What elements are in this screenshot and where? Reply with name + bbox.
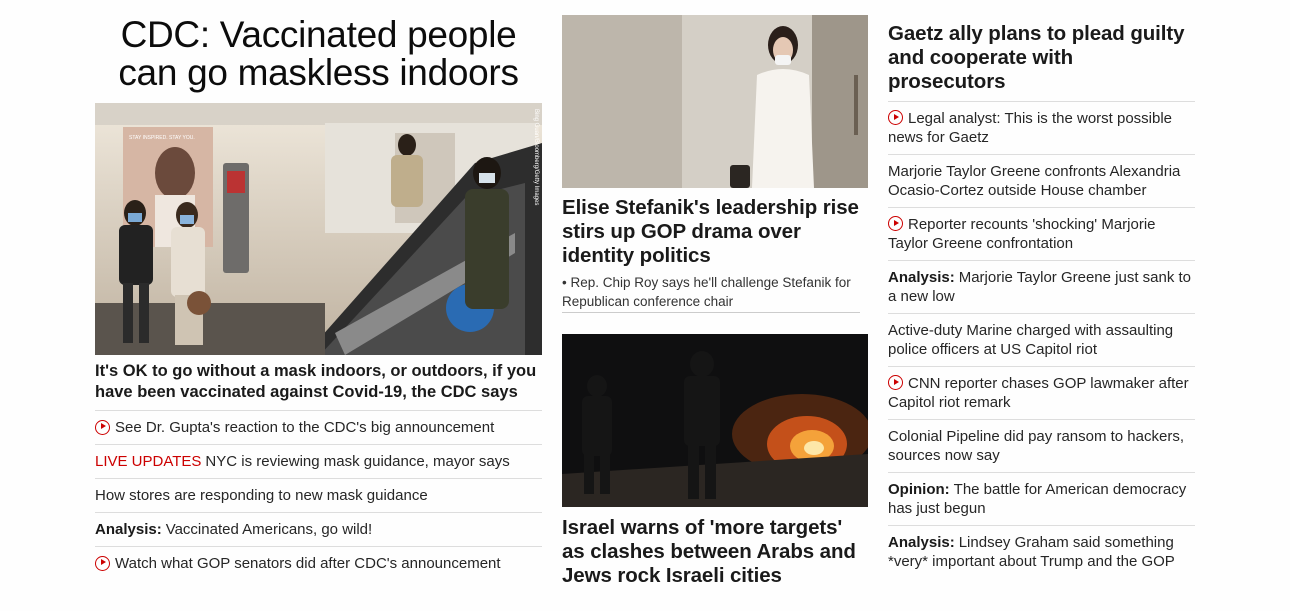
stefanik-photo[interactable] [562,15,868,188]
list-item-text: Colonial Pipeline did pay ransom to hack… [888,428,1184,464]
list-item-text: Reporter recounts 'shocking' Marjorie Ta… [888,216,1156,252]
analysis-label: Analysis: [888,269,955,286]
play-circle-icon [888,375,903,390]
list-item-mtg-confronts[interactable]: Marjorie Taylor Greene confronts Alexand… [888,155,1195,208]
list-item-text: See Dr. Gupta's reaction to the CDC's bi… [115,419,495,436]
play-circle-icon [888,110,903,125]
list-item-text: Marjorie Taylor Greene confronts Alexand… [888,163,1181,199]
israel-headline-link[interactable]: Israel warns of 'more targets' as clashe… [562,516,868,588]
list-item-analysis[interactable]: Analysis: Vaccinated Americans, go wild! [95,513,542,547]
list-item-gop-senators-video[interactable]: Watch what GOP senators did after CDC's … [95,547,542,581]
analysis-label: Analysis: [95,521,162,538]
list-item-mtg-analysis[interactable]: Analysis: Marjorie Taylor Greene just san… [888,261,1195,314]
list-item-text: How stores are responding to new mask gu… [95,487,428,504]
list-item-graham-analysis[interactable]: Analysis: Lindsey Graham said something *… [888,526,1195,579]
list-item-text: Watch what GOP senators did after CDC's … [115,555,501,572]
list-item-text: NYC is reviewing mask guidance, mayor sa… [205,453,510,470]
right-column: Gaetz ally plans to plead guilty and coo… [888,0,1195,579]
gaetz-headline-link[interactable]: Gaetz ally plans to plead guilty and coo… [888,22,1195,102]
hero-photo-mall-escalator[interactable]: STAY INSPIRED. STAY YOU. Bing Guan/Bloom… [95,103,542,355]
list-item-cnn-reporter-video[interactable]: CNN reporter chases GOP lawmaker after C… [888,367,1195,420]
play-circle-icon [95,555,110,571]
list-item-text: Vaccinated Americans, go wild! [165,521,373,538]
left-column: CDC: Vaccinated people can go maskless i… [95,0,542,581]
hero-caption-link[interactable]: It's OK to go without a mask indoors, or… [95,361,542,411]
stefanik-headline-link[interactable]: Elise Stefanik's leadership rise stirs u… [562,196,868,268]
list-item-colonial-pipeline[interactable]: Colonial Pipeline did pay ransom to hack… [888,420,1195,473]
list-item-opinion-democracy[interactable]: Opinion: The battle for American democrac… [888,473,1195,526]
stefanik-photo-illustration [562,15,868,188]
list-item-text: CNN reporter chases GOP lawmaker after C… [888,375,1189,411]
hero-photo-illustration: STAY INSPIRED. STAY YOU. Bing Guan/Bloom… [95,103,542,355]
opinion-label: Opinion: [888,481,950,498]
list-item-text: Legal analyst: This is the worst possibl… [888,110,1173,146]
list-item-reporter-recounts-video[interactable]: Reporter recounts 'shocking' Marjorie Ta… [888,208,1195,261]
list-item-legal-analyst-video[interactable]: Legal analyst: This is the worst possibl… [888,102,1195,155]
photo-credit: Bing Guan/Bloomberg/Getty Images [533,109,539,205]
analysis-label: Analysis: [888,534,955,551]
play-circle-icon [888,216,903,231]
chip-roy-sublink[interactable]: • Rep. Chip Roy says he'll challenge Ste… [562,273,860,313]
list-item-text: Active-duty Marine charged with assaulti… [888,322,1174,358]
list-item-stores[interactable]: How stores are responding to new mask gu… [95,479,542,513]
israel-photo-illustration [562,334,868,507]
list-item-nyc-live[interactable]: LIVE UPDATES NYC is reviewing mask guida… [95,445,542,479]
israel-clashes-photo[interactable] [562,334,868,507]
hero-headline-link[interactable]: CDC: Vaccinated people can go maskless i… [95,16,542,92]
play-circle-icon [95,419,110,435]
list-item-marine-charged[interactable]: Active-duty Marine charged with assaulti… [888,314,1195,367]
live-updates-label: LIVE UPDATES [95,453,202,470]
list-item-gupta-video[interactable]: See Dr. Gupta's reaction to the CDC's bi… [95,411,542,445]
middle-column: Elise Stefanik's leadership rise stirs u… [562,0,868,588]
poster-text: STAY INSPIRED. STAY YOU. [129,135,195,141]
